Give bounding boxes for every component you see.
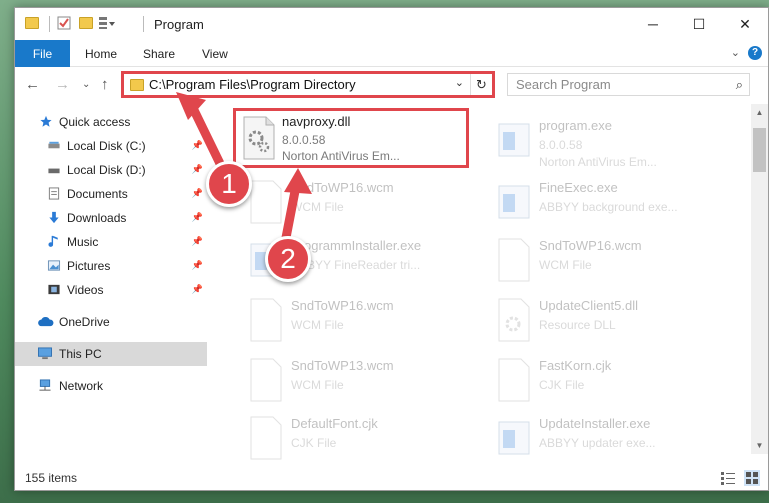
callout-arrows (176, 92, 312, 253)
callout-marker-1: 1 (206, 161, 252, 207)
callout-marker-2: 2 (265, 236, 311, 282)
